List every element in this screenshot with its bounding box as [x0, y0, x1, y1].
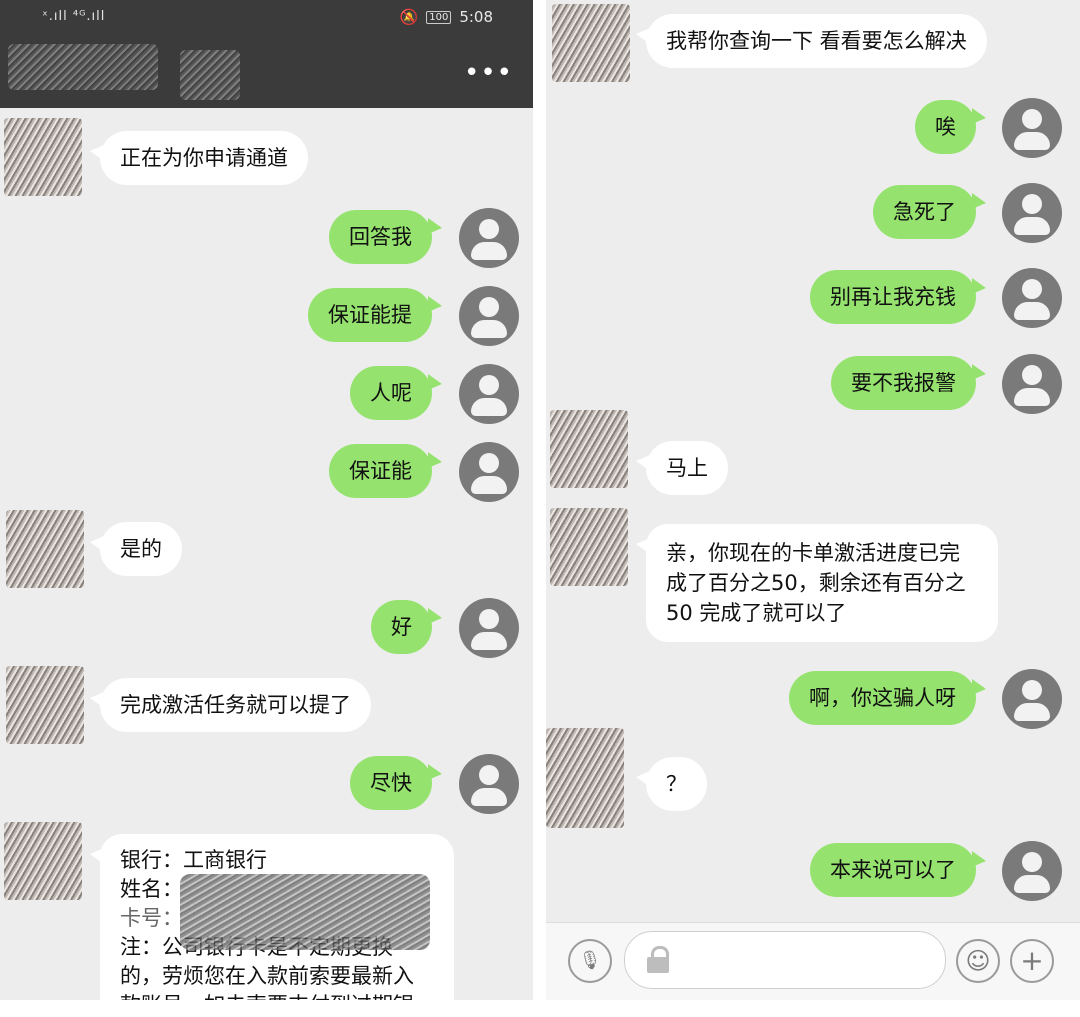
message-incoming[interactable]: 是的: [90, 522, 182, 576]
message-bank-details[interactable]: 银行：工商银行 姓名： 卡号： 注：公司银行卡是不定期更换 的，劳烦您在入款前索…: [90, 834, 454, 1000]
status-time: 5:08: [459, 8, 493, 26]
user-avatar-icon[interactable]: [459, 442, 519, 502]
message-outgoing[interactable]: 别再让我充钱: [810, 270, 986, 324]
lock-icon: [647, 946, 669, 973]
contact-avatar[interactable]: [550, 508, 628, 586]
contact-avatar[interactable]: [552, 4, 630, 82]
user-avatar-icon[interactable]: [459, 208, 519, 268]
user-avatar-icon[interactable]: [1002, 669, 1062, 729]
message-incoming[interactable]: 马上: [636, 441, 728, 495]
user-avatar-icon[interactable]: [1002, 183, 1062, 243]
user-avatar-icon[interactable]: [459, 754, 519, 814]
mute-icon: 🔕: [399, 8, 419, 26]
contact-avatar[interactable]: [550, 410, 628, 488]
message-incoming[interactable]: 我帮你查询一下 看看要怎么解决: [636, 14, 987, 68]
user-avatar-icon[interactable]: [459, 598, 519, 658]
battery-indicator: 100: [426, 10, 452, 24]
message-outgoing[interactable]: 好: [371, 600, 442, 654]
chat-header: •••: [0, 36, 533, 108]
more-options-icon[interactable]: •••: [464, 58, 513, 88]
user-avatar-icon[interactable]: [459, 286, 519, 346]
message-outgoing[interactable]: 人呢: [350, 366, 442, 420]
redacted-account-info: [180, 874, 430, 950]
voice-input-icon[interactable]: 🎙: [568, 939, 612, 983]
message-incoming[interactable]: 正在为你申请通道: [90, 131, 308, 185]
user-avatar-icon[interactable]: [1002, 98, 1062, 158]
contact-avatar[interactable]: [546, 728, 624, 828]
note-line: 的，劳烦您在入款前索要最新入: [120, 964, 414, 988]
message-outgoing[interactable]: 尽快: [350, 756, 442, 810]
left-chat-screenshot: ˣ.ıll ⁴ᴳ.ıll 🔕 100 5:08 ••• 正在为你申请通道 回答我…: [0, 0, 533, 1000]
message-incoming[interactable]: 完成激活任务就可以提了: [90, 678, 371, 732]
user-avatar-icon[interactable]: [1002, 268, 1062, 328]
note-line: 款账号，如未索要支付到过期银: [120, 991, 434, 1000]
user-avatar-icon[interactable]: [1002, 354, 1062, 414]
bank-name-line: 银行：工商银行: [120, 848, 267, 872]
message-input-field[interactable]: [624, 931, 946, 989]
message-outgoing[interactable]: 本来说可以了: [810, 843, 986, 897]
message-outgoing[interactable]: 保证能: [329, 444, 442, 498]
contact-avatar[interactable]: [6, 666, 84, 744]
contact-avatar[interactable]: [4, 118, 82, 196]
message-outgoing[interactable]: 要不我报警: [831, 356, 986, 410]
signal-indicator: ˣ.ıll ⁴ᴳ.ıll: [42, 9, 106, 24]
message-outgoing[interactable]: 保证能提: [308, 288, 442, 342]
message-input-bar: 🎙 ☺ +: [546, 922, 1080, 1000]
user-avatar-icon[interactable]: [1002, 841, 1062, 901]
redacted-back-and-title: [8, 44, 158, 90]
emoji-icon[interactable]: ☺: [956, 939, 1000, 983]
status-bar: ˣ.ıll ⁴ᴳ.ıll 🔕 100 5:08: [0, 0, 533, 36]
message-incoming[interactable]: ？: [636, 757, 707, 811]
right-chat-screenshot: 我帮你查询一下 看看要怎么解决 唉 急死了 别再让我充钱 要不我报警 马上 亲，…: [546, 0, 1080, 1000]
message-incoming-long[interactable]: 亲，你现在的卡单激活进度已完成了百分之50，剩余还有百分之50 完成了就可以了: [636, 524, 998, 642]
message-outgoing[interactable]: 回答我: [329, 210, 442, 264]
message-outgoing[interactable]: 唉: [915, 100, 986, 154]
user-avatar-icon[interactable]: [459, 364, 519, 424]
contact-avatar[interactable]: [4, 822, 82, 900]
message-outgoing[interactable]: 急死了: [873, 185, 986, 239]
redacted-title-part: [180, 50, 240, 100]
contact-avatar[interactable]: [6, 510, 84, 588]
message-outgoing[interactable]: 啊，你这骗人呀: [789, 671, 986, 725]
plus-icon[interactable]: +: [1010, 939, 1054, 983]
